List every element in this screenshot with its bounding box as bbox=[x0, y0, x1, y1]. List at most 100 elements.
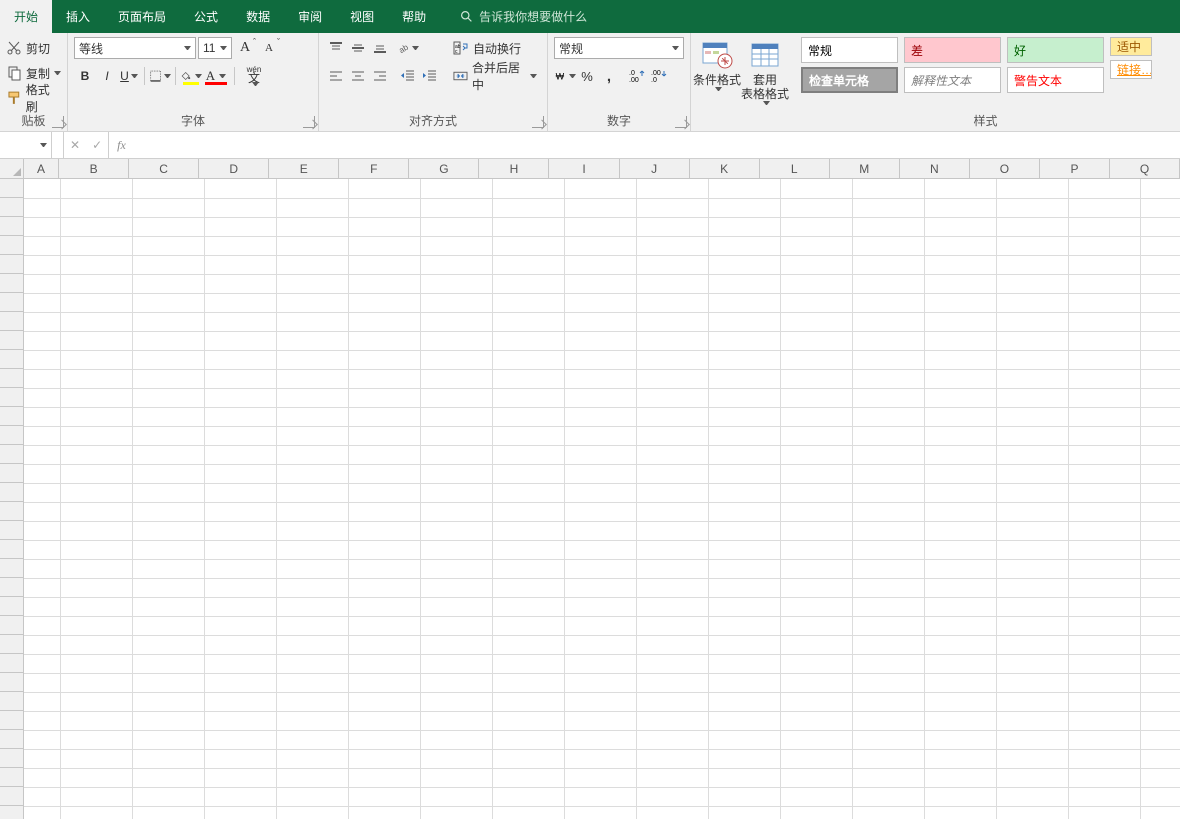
column-header[interactable]: F bbox=[339, 159, 409, 178]
cell-style-swatch[interactable]: 警告文本 bbox=[1007, 67, 1104, 93]
comma-button[interactable]: , bbox=[598, 65, 620, 87]
row-header[interactable] bbox=[0, 483, 23, 502]
font-size-combo[interactable]: 11 bbox=[198, 37, 232, 59]
clipboard-launcher[interactable] bbox=[52, 116, 64, 128]
wrap-text-button[interactable]: abc 自动换行 bbox=[449, 37, 541, 59]
column-header[interactable]: L bbox=[760, 159, 830, 178]
fill-color-button[interactable] bbox=[180, 65, 202, 87]
column-header[interactable]: H bbox=[479, 159, 549, 178]
format-as-table-button[interactable]: 套用 表格格式 bbox=[741, 37, 789, 105]
bold-button[interactable]: B bbox=[74, 65, 96, 87]
percent-button[interactable]: % bbox=[576, 65, 598, 87]
format-painter-button[interactable]: 格式刷 bbox=[6, 87, 61, 109]
column-header[interactable]: O bbox=[970, 159, 1040, 178]
column-header[interactable]: B bbox=[59, 159, 129, 178]
row-header[interactable] bbox=[0, 331, 23, 350]
row-header[interactable] bbox=[0, 559, 23, 578]
row-header[interactable] bbox=[0, 217, 23, 236]
number-format-combo[interactable]: 常规 bbox=[554, 37, 684, 59]
align-top-button[interactable] bbox=[325, 37, 347, 59]
cell-style-swatch[interactable]: 检查单元格 bbox=[801, 67, 898, 93]
cell-style-swatch[interactable]: 链接… bbox=[1110, 60, 1152, 79]
column-header[interactable]: K bbox=[690, 159, 760, 178]
align-center-button[interactable] bbox=[347, 65, 369, 87]
decrease-decimal-button[interactable]: .00.0 bbox=[648, 65, 670, 87]
column-header[interactable]: A bbox=[24, 159, 59, 178]
cell-style-swatch[interactable]: 常规 bbox=[801, 37, 898, 63]
column-header[interactable]: N bbox=[900, 159, 970, 178]
row-header[interactable] bbox=[0, 521, 23, 540]
column-header[interactable]: E bbox=[269, 159, 339, 178]
align-bottom-button[interactable] bbox=[369, 37, 391, 59]
increase-font-button[interactable]: Aˆ bbox=[234, 37, 256, 59]
tab-review[interactable]: 审阅 bbox=[284, 0, 336, 33]
font-color-button[interactable]: A bbox=[202, 65, 230, 87]
cut-button[interactable]: 剪切 bbox=[6, 37, 61, 59]
select-all-corner[interactable] bbox=[0, 159, 24, 179]
row-headers[interactable] bbox=[0, 179, 24, 819]
column-header[interactable]: C bbox=[129, 159, 199, 178]
row-header[interactable] bbox=[0, 198, 23, 217]
column-header[interactable]: M bbox=[830, 159, 900, 178]
row-header[interactable] bbox=[0, 787, 23, 806]
column-header[interactable]: Q bbox=[1110, 159, 1180, 178]
spreadsheet-grid[interactable]: ABCDEFGHIJKLMNOPQ bbox=[0, 159, 1180, 819]
row-header[interactable] bbox=[0, 369, 23, 388]
font-name-combo[interactable]: 等线 bbox=[74, 37, 196, 59]
row-header[interactable] bbox=[0, 711, 23, 730]
name-box[interactable] bbox=[0, 132, 52, 158]
row-header[interactable] bbox=[0, 274, 23, 293]
underline-button[interactable]: U bbox=[118, 65, 140, 87]
decrease-indent-button[interactable] bbox=[397, 65, 419, 87]
align-right-button[interactable] bbox=[369, 65, 391, 87]
row-header[interactable] bbox=[0, 730, 23, 749]
row-header[interactable] bbox=[0, 464, 23, 483]
tab-formulas[interactable]: 公式 bbox=[180, 0, 232, 33]
row-header[interactable] bbox=[0, 654, 23, 673]
border-button[interactable] bbox=[149, 65, 171, 87]
conditional-format-button[interactable]: 条件格式 bbox=[693, 37, 741, 91]
column-header[interactable]: D bbox=[199, 159, 269, 178]
fx-label[interactable]: fx bbox=[109, 132, 134, 158]
row-header[interactable] bbox=[0, 236, 23, 255]
formula-input[interactable] bbox=[134, 132, 1180, 158]
phonetic-button[interactable]: wén文 bbox=[239, 65, 269, 87]
row-header[interactable] bbox=[0, 179, 23, 198]
tab-home[interactable]: 开始 bbox=[0, 0, 52, 33]
row-header[interactable] bbox=[0, 312, 23, 331]
decrease-font-button[interactable]: Aˇ bbox=[258, 37, 280, 59]
row-header[interactable] bbox=[0, 293, 23, 312]
chevron-down-icon[interactable] bbox=[40, 143, 47, 147]
row-header[interactable] bbox=[0, 635, 23, 654]
merge-center-button[interactable]: 合并后居中 bbox=[449, 65, 541, 87]
cell-styles-gallery[interactable]: 常规差好检查单元格解释性文本警告文本 bbox=[801, 37, 1104, 93]
cell-style-swatch[interactable]: 解释性文本 bbox=[904, 67, 1001, 93]
align-middle-button[interactable] bbox=[347, 37, 369, 59]
alignment-launcher[interactable] bbox=[532, 116, 544, 128]
row-header[interactable] bbox=[0, 597, 23, 616]
row-header[interactable] bbox=[0, 540, 23, 559]
row-header[interactable] bbox=[0, 502, 23, 521]
row-header[interactable] bbox=[0, 388, 23, 407]
tab-data[interactable]: 数据 bbox=[232, 0, 284, 33]
cancel-formula-button[interactable]: ✕ bbox=[70, 138, 80, 152]
column-headers[interactable]: ABCDEFGHIJKLMNOPQ bbox=[24, 159, 1180, 179]
align-left-button[interactable] bbox=[325, 65, 347, 87]
increase-decimal-button[interactable]: .0.00 bbox=[626, 65, 648, 87]
cell-style-swatch[interactable]: 差 bbox=[904, 37, 1001, 63]
row-header[interactable] bbox=[0, 350, 23, 369]
row-header[interactable] bbox=[0, 407, 23, 426]
tab-help[interactable]: 帮助 bbox=[388, 0, 440, 33]
row-header[interactable] bbox=[0, 578, 23, 597]
row-header[interactable] bbox=[0, 445, 23, 464]
column-header[interactable]: J bbox=[620, 159, 690, 178]
row-header[interactable] bbox=[0, 616, 23, 635]
column-header[interactable]: P bbox=[1040, 159, 1110, 178]
name-box-input[interactable] bbox=[0, 138, 38, 152]
tab-insert[interactable]: 插入 bbox=[52, 0, 104, 33]
tab-view[interactable]: 视图 bbox=[336, 0, 388, 33]
cell-style-swatch[interactable]: 好 bbox=[1007, 37, 1104, 63]
increase-indent-button[interactable] bbox=[419, 65, 441, 87]
column-header[interactable]: I bbox=[549, 159, 619, 178]
column-header[interactable]: G bbox=[409, 159, 479, 178]
